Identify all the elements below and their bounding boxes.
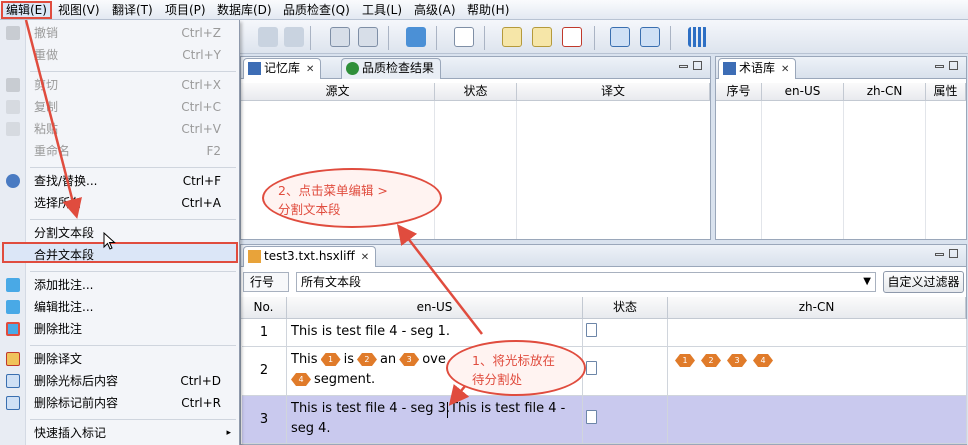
callout-menu-step: 2、点击菜单编辑 > 分割文本段 <box>262 168 442 228</box>
callout-cursor-step: 1、将光标放在 待分割处 <box>446 340 586 396</box>
text-caret <box>447 402 448 418</box>
